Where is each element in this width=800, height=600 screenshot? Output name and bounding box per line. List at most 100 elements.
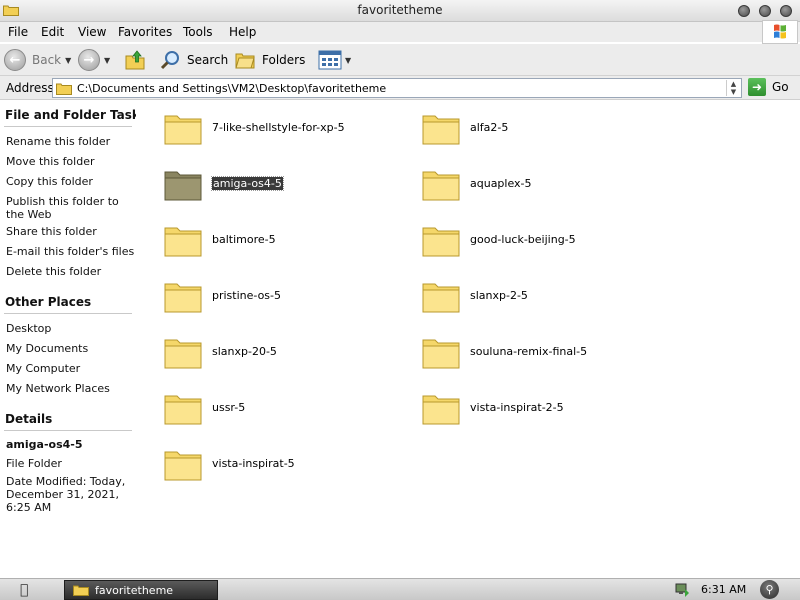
folder-item[interactable]: 7-like-shellstyle-for-xp-5 <box>164 110 414 150</box>
folder-name: slanxp-2-5 <box>470 289 528 302</box>
minimize-button[interactable] <box>738 5 750 17</box>
task-delete-folder[interactable]: Delete this folder <box>6 265 136 278</box>
folder-item[interactable]: baltimore-5 <box>164 222 414 262</box>
divider <box>4 430 132 431</box>
folder-name: vista-inspirat-5 <box>212 457 295 470</box>
folder-icon <box>164 171 202 201</box>
close-button[interactable] <box>780 5 792 17</box>
clock: 6:31 AM <box>701 583 747 596</box>
views-icon <box>318 50 342 70</box>
address-bar: Address C:\Documents and Settings\VM2\De… <box>0 76 800 100</box>
folder-name: alfa2-5 <box>470 121 509 134</box>
folder-name: souluna-remix-final-5 <box>470 345 588 358</box>
task-move-folder[interactable]: Move this folder <box>6 155 136 168</box>
windows-flag-icon <box>762 20 798 44</box>
search-label: Search <box>187 53 229 67</box>
folder-item[interactable]: good-luck-beijing-5 <box>422 222 672 262</box>
folder-item[interactable]: vista-inspirat-5 <box>164 446 414 486</box>
folder-name: baltimore-5 <box>212 233 276 246</box>
folders-icon <box>235 53 255 69</box>
folder-icon <box>164 115 202 145</box>
place-desktop[interactable]: Desktop <box>6 322 136 335</box>
folder-icon <box>422 115 460 145</box>
folder-item[interactable]: vista-inspirat-2-5 <box>422 390 672 430</box>
folder-name: vista-inspirat-2-5 <box>470 401 564 414</box>
chevron-down-icon: ▼ <box>345 55 352 65</box>
place-my-computer[interactable]: My Computer <box>6 362 136 375</box>
menu-edit[interactable]: Edit <box>41 25 64 39</box>
folder-name: ussr-5 <box>212 401 246 414</box>
place-my-documents[interactable]: My Documents <box>6 342 136 355</box>
taskbar-window-label: favoritetheme <box>95 583 174 597</box>
folder-item[interactable]: amiga-os4-5 <box>164 166 414 206</box>
menu-file[interactable]: File <box>8 25 28 39</box>
address-label: Address <box>6 81 54 95</box>
menu-tools[interactable]: Tools <box>183 25 213 39</box>
folder-icon <box>422 339 460 369</box>
other-places-title[interactable]: Other Places <box>5 295 91 309</box>
folder-name: slanxp-20-5 <box>212 345 277 358</box>
task-rename-folder[interactable]: Rename this folder <box>6 135 136 148</box>
folders-label: Folders <box>262 53 306 67</box>
back-button[interactable]: ← Back ▼ <box>4 48 71 72</box>
folders-button[interactable]: Folders <box>234 48 305 72</box>
maximize-button[interactable] <box>759 5 771 17</box>
folder-icon <box>422 227 460 257</box>
apple-menu-icon[interactable]:  <box>20 582 28 598</box>
folder-icon <box>164 227 202 257</box>
address-input[interactable]: C:\Documents and Settings\VM2\Desktop\fa… <box>52 78 742 98</box>
address-dropdown-button[interactable]: ▲ ▼ <box>726 80 740 96</box>
toolbar: ← Back ▼ → ▼ Search Folders ▼ <box>0 44 800 76</box>
taskbar:  favoritetheme 6:31 AM ⚲ <box>0 578 800 600</box>
folder-name: 7-like-shellstyle-for-xp-5 <box>212 121 345 134</box>
folder-name: pristine-os-5 <box>212 289 282 302</box>
back-arrow-icon: ← <box>4 49 26 71</box>
folder-item[interactable]: ussr-5 <box>164 390 414 430</box>
folder-name: amiga-os4-5 <box>211 176 284 191</box>
task-share-folder[interactable]: Share this folder <box>6 225 136 238</box>
folder-item[interactable]: aquaplex-5 <box>422 166 672 206</box>
back-label: Back <box>32 53 62 67</box>
title-bar: favoritetheme <box>0 0 800 22</box>
search-icon <box>160 51 179 70</box>
network-tray-icon[interactable] <box>674 581 690 597</box>
folder-item[interactable]: alfa2-5 <box>422 110 672 150</box>
divider <box>4 126 132 127</box>
forward-button[interactable]: → ▼ <box>78 48 110 72</box>
taskbar-window-button[interactable]: favoritetheme <box>64 580 218 600</box>
folder-icon <box>164 339 202 369</box>
go-arrow-icon: ➜ <box>748 78 766 96</box>
task-publish-folder[interactable]: Publish this folder to the Web <box>6 195 136 221</box>
views-button[interactable]: ▼ <box>318 48 351 72</box>
window-title: favoritetheme <box>357 3 443 17</box>
file-folder-tasks-title[interactable]: File and Folder Tasks <box>5 108 136 122</box>
menu-favorites[interactable]: Favorites <box>118 25 172 39</box>
details-type: File Folder <box>6 457 62 470</box>
details-modified: Date Modified: Today, December 31, 2021,… <box>6 475 126 514</box>
folder-item[interactable]: pristine-os-5 <box>164 278 414 318</box>
forward-arrow-icon: → <box>78 49 100 71</box>
address-text: C:\Documents and Settings\VM2\Desktop\fa… <box>77 81 387 95</box>
up-folder-button[interactable] <box>124 48 146 72</box>
folder-name: aquaplex-5 <box>470 177 532 190</box>
menu-bar: File Edit View Favorites Tools Help <box>0 22 800 42</box>
folder-icon <box>56 83 72 95</box>
folder-item[interactable]: slanxp-2-5 <box>422 278 672 318</box>
details-title[interactable]: Details <box>5 412 52 426</box>
folder-icon <box>422 171 460 201</box>
place-my-network-places[interactable]: My Network Places <box>6 382 136 395</box>
task-copy-folder[interactable]: Copy this folder <box>6 175 136 188</box>
search-button[interactable]: Search <box>160 48 228 72</box>
folder-item[interactable]: souluna-remix-final-5 <box>422 334 672 374</box>
go-button[interactable]: ➜ Go <box>748 78 789 96</box>
search-icon[interactable]: ⚲ <box>760 580 779 599</box>
folder-view: 7-like-shellstyle-for-xp-5 alfa2-5 amiga-o… <box>136 100 800 578</box>
menu-help[interactable]: Help <box>229 25 256 39</box>
folder-up-icon <box>125 50 145 70</box>
task-email-files[interactable]: E-mail this folder's files <box>6 245 136 258</box>
go-label: Go <box>772 80 789 94</box>
folder-icon <box>164 283 202 313</box>
menu-view[interactable]: View <box>78 25 106 39</box>
folder-item[interactable]: slanxp-20-5 <box>164 334 414 374</box>
folder-icon <box>422 395 460 425</box>
